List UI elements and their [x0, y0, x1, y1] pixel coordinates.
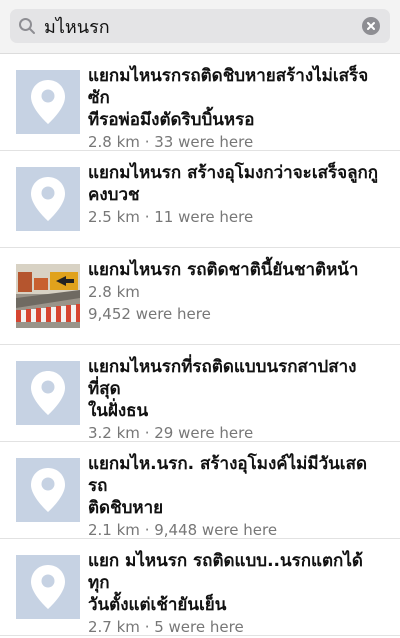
list-item[interactable]: แยก มไหนรก รถติดแบบ..นรกแตกได้ทุก วันตั้ง…: [0, 539, 400, 636]
map-pin-icon: [16, 70, 80, 134]
map-pin-icon: [16, 167, 80, 231]
construction-photo: [16, 264, 80, 328]
result-meta: 2.8 km · 33 were here: [88, 133, 254, 151]
result-text: แยกมไหนรกรถติดชิบหายสร้างไม่เสร็จซัก ทีรอ…: [88, 65, 384, 153]
map-pin-icon: [16, 555, 80, 619]
map-pin-icon: [16, 458, 80, 522]
result-title: แยกมไห.นรก. สร้างอุโมงค์ไม่มีวันเสด รถ ติ…: [88, 454, 367, 518]
result-meta: 2.1 km · 9,448 were here: [88, 521, 278, 539]
result-title: แยก มไหนรก รถติดแบบ..นรกแตกได้ทุก วันตั้ง…: [88, 551, 363, 615]
search-icon: [19, 18, 35, 34]
list-item[interactable]: แยกมไหนรกรถติดชิบหายสร้างไม่เสร็จซัก ทีรอ…: [0, 54, 400, 151]
search-box[interactable]: [10, 9, 390, 43]
result-text: แยกมไห.นรก. สร้างอุโมงค์ไม่มีวันเสด รถ ติ…: [88, 453, 384, 541]
list-item[interactable]: แยกมไหนรกที่รถติดแบบนรกสาปสางที่สุด ในฝั่…: [0, 345, 400, 442]
result-meta: 2.7 km · 5 were here: [88, 618, 244, 636]
result-title: แยกมไหนรกรถติดชิบหายสร้างไม่เสร็จซัก ทีรอ…: [88, 66, 369, 130]
result-text: แยก มไหนรก รถติดแบบ..นรกแตกได้ทุก วันตั้ง…: [88, 550, 384, 638]
result-text: แยกมไหนรก รถติดชาตินี้ยันชาติหน้า 2.8 km…: [88, 259, 384, 325]
list-item[interactable]: แยกมไหนรก รถติดชาตินี้ยันชาติหน้า 2.8 km…: [0, 248, 400, 345]
search-bar: [0, 0, 400, 54]
result-checkins: 9,452 were here: [88, 305, 211, 323]
result-title: แยกมไหนรก รถติดชาตินี้ยันชาติหน้า: [88, 260, 359, 280]
result-title: แยกมไหนรก สร้างอุโมงกว่าจะเสร็จลูกกู คงบว…: [88, 163, 379, 205]
clear-icon[interactable]: [362, 17, 380, 35]
result-meta: 3.2 km · 29 were here: [88, 424, 254, 442]
search-input[interactable]: [44, 9, 354, 43]
list-item[interactable]: แยกมไหนรก สร้างอุโมงกว่าจะเสร็จลูกกู คงบว…: [0, 151, 400, 248]
result-text: แยกมไหนรก สร้างอุโมงกว่าจะเสร็จลูกกู คงบว…: [88, 162, 384, 228]
list-item[interactable]: แยกมไห.นรก. สร้างอุโมงค์ไม่มีวันเสด รถ ติ…: [0, 442, 400, 539]
result-text: แยกมไหนรกที่รถติดแบบนรกสาปสางที่สุด ในฝั่…: [88, 356, 384, 444]
result-distance: 2.8 km: [88, 283, 140, 301]
result-meta: 2.5 km · 11 were here: [88, 208, 254, 226]
map-pin-icon: [16, 361, 80, 425]
result-title: แยกมไหนรกที่รถติดแบบนรกสาปสางที่สุด ในฝั่…: [88, 357, 357, 421]
results-list: แยกมไหนรกรถติดชิบหายสร้างไม่เสร็จซัก ทีรอ…: [0, 54, 400, 636]
